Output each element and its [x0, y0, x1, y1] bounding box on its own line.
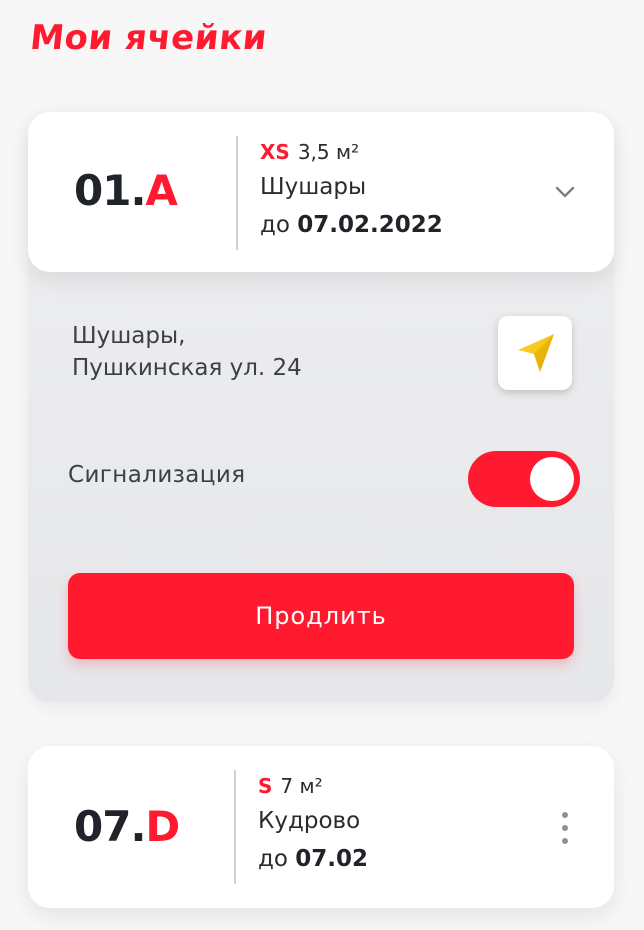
rent-until-date: 07.02.2022 [297, 212, 443, 238]
cell-location: Шушары [260, 174, 367, 200]
cell-code: 01. A [74, 166, 178, 215]
alarm-toggle[interactable] [468, 451, 580, 507]
cell-card-header[interactable]: 01. A XS 3,5 м² Шушары до 07.02.2022 [28, 112, 614, 272]
cell-address: Шушары, Пушкинская ул. 24 [72, 320, 302, 384]
cell-code-dot: . [130, 166, 146, 215]
page-title: Мои ячейки [28, 18, 270, 58]
size-value: 3,5 м² [297, 140, 360, 164]
navigation-arrow-icon [518, 334, 554, 372]
cell-code-letter: D [145, 802, 180, 851]
chevron-down-icon[interactable] [547, 174, 583, 210]
rent-until: до 07.02 [258, 846, 368, 880]
kebab-dot [562, 838, 568, 844]
size-line: XS 3,5 м² [260, 140, 443, 168]
size-line: S 7 м² [258, 774, 368, 802]
size-class-badge: S [258, 774, 273, 798]
cell-code-dot: . [130, 802, 146, 851]
rent-until-prefix: до [258, 846, 288, 872]
vertical-divider [234, 770, 236, 884]
cell-code-letter: A [145, 166, 178, 215]
cell-code: 07. D [74, 802, 180, 851]
cell-card-collapsed[interactable]: 07. D S 7 м² Кудрово до 07.02 [28, 746, 614, 908]
vertical-divider [236, 136, 238, 250]
cell-info: S 7 м² Кудрово до 07.02 [258, 774, 368, 880]
address-line-1: Шушары, [72, 323, 186, 349]
rent-until-date: 07.02 [295, 846, 369, 872]
address-line-2: Пушкинская ул. 24 [72, 355, 302, 381]
cell-info: XS 3,5 м² Шушары до 07.02.2022 [260, 140, 443, 246]
cell-code-number: 07 [74, 802, 131, 851]
cell-location: Кудрово [258, 808, 361, 834]
rent-until-prefix: до [260, 212, 290, 238]
navigate-button[interactable] [498, 316, 572, 390]
more-vertical-icon[interactable] [555, 808, 575, 848]
alarm-label: Сигнализация [68, 462, 246, 488]
kebab-dot [562, 825, 568, 831]
toggle-knob [530, 457, 574, 501]
cell-expanded-panel: 01. A XS 3,5 м² Шушары до 07.02.2022 Шуш… [28, 112, 614, 702]
size-class-badge: XS [260, 140, 290, 164]
extend-button[interactable]: Продлить [68, 573, 574, 659]
kebab-dot [562, 812, 568, 818]
size-value: 7 м² [280, 774, 323, 798]
rent-until: до 07.02.2022 [260, 212, 443, 246]
cell-code-number: 01 [74, 166, 131, 215]
